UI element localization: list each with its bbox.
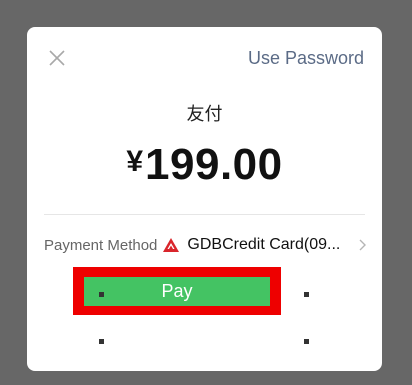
payment-amount: ¥199.00 [27,140,382,190]
selection-handle [99,339,104,344]
currency-symbol: ¥ [126,145,144,178]
payment-method-label: Payment Method [44,236,158,254]
use-password-link[interactable]: Use Password [248,48,364,69]
selection-handle [304,339,309,344]
divider [44,214,365,215]
pay-button[interactable]: Pay [84,277,270,306]
close-icon [49,50,65,66]
payment-dialog: Use Password 友付 ¥199.00 Payment Method G… [27,27,382,371]
amount-value: 199.00 [145,140,283,189]
selection-handle [99,292,104,297]
payment-method-row[interactable]: Payment Method GDBCredit Card(09... [44,233,367,257]
merchant-title: 友付 [186,104,223,125]
bank-logo-icon [163,238,180,252]
chevron-right-icon [359,239,366,251]
close-button[interactable] [47,48,67,68]
selection-handle [304,292,309,297]
payment-method-value: GDBCredit Card(09... [187,236,341,253]
